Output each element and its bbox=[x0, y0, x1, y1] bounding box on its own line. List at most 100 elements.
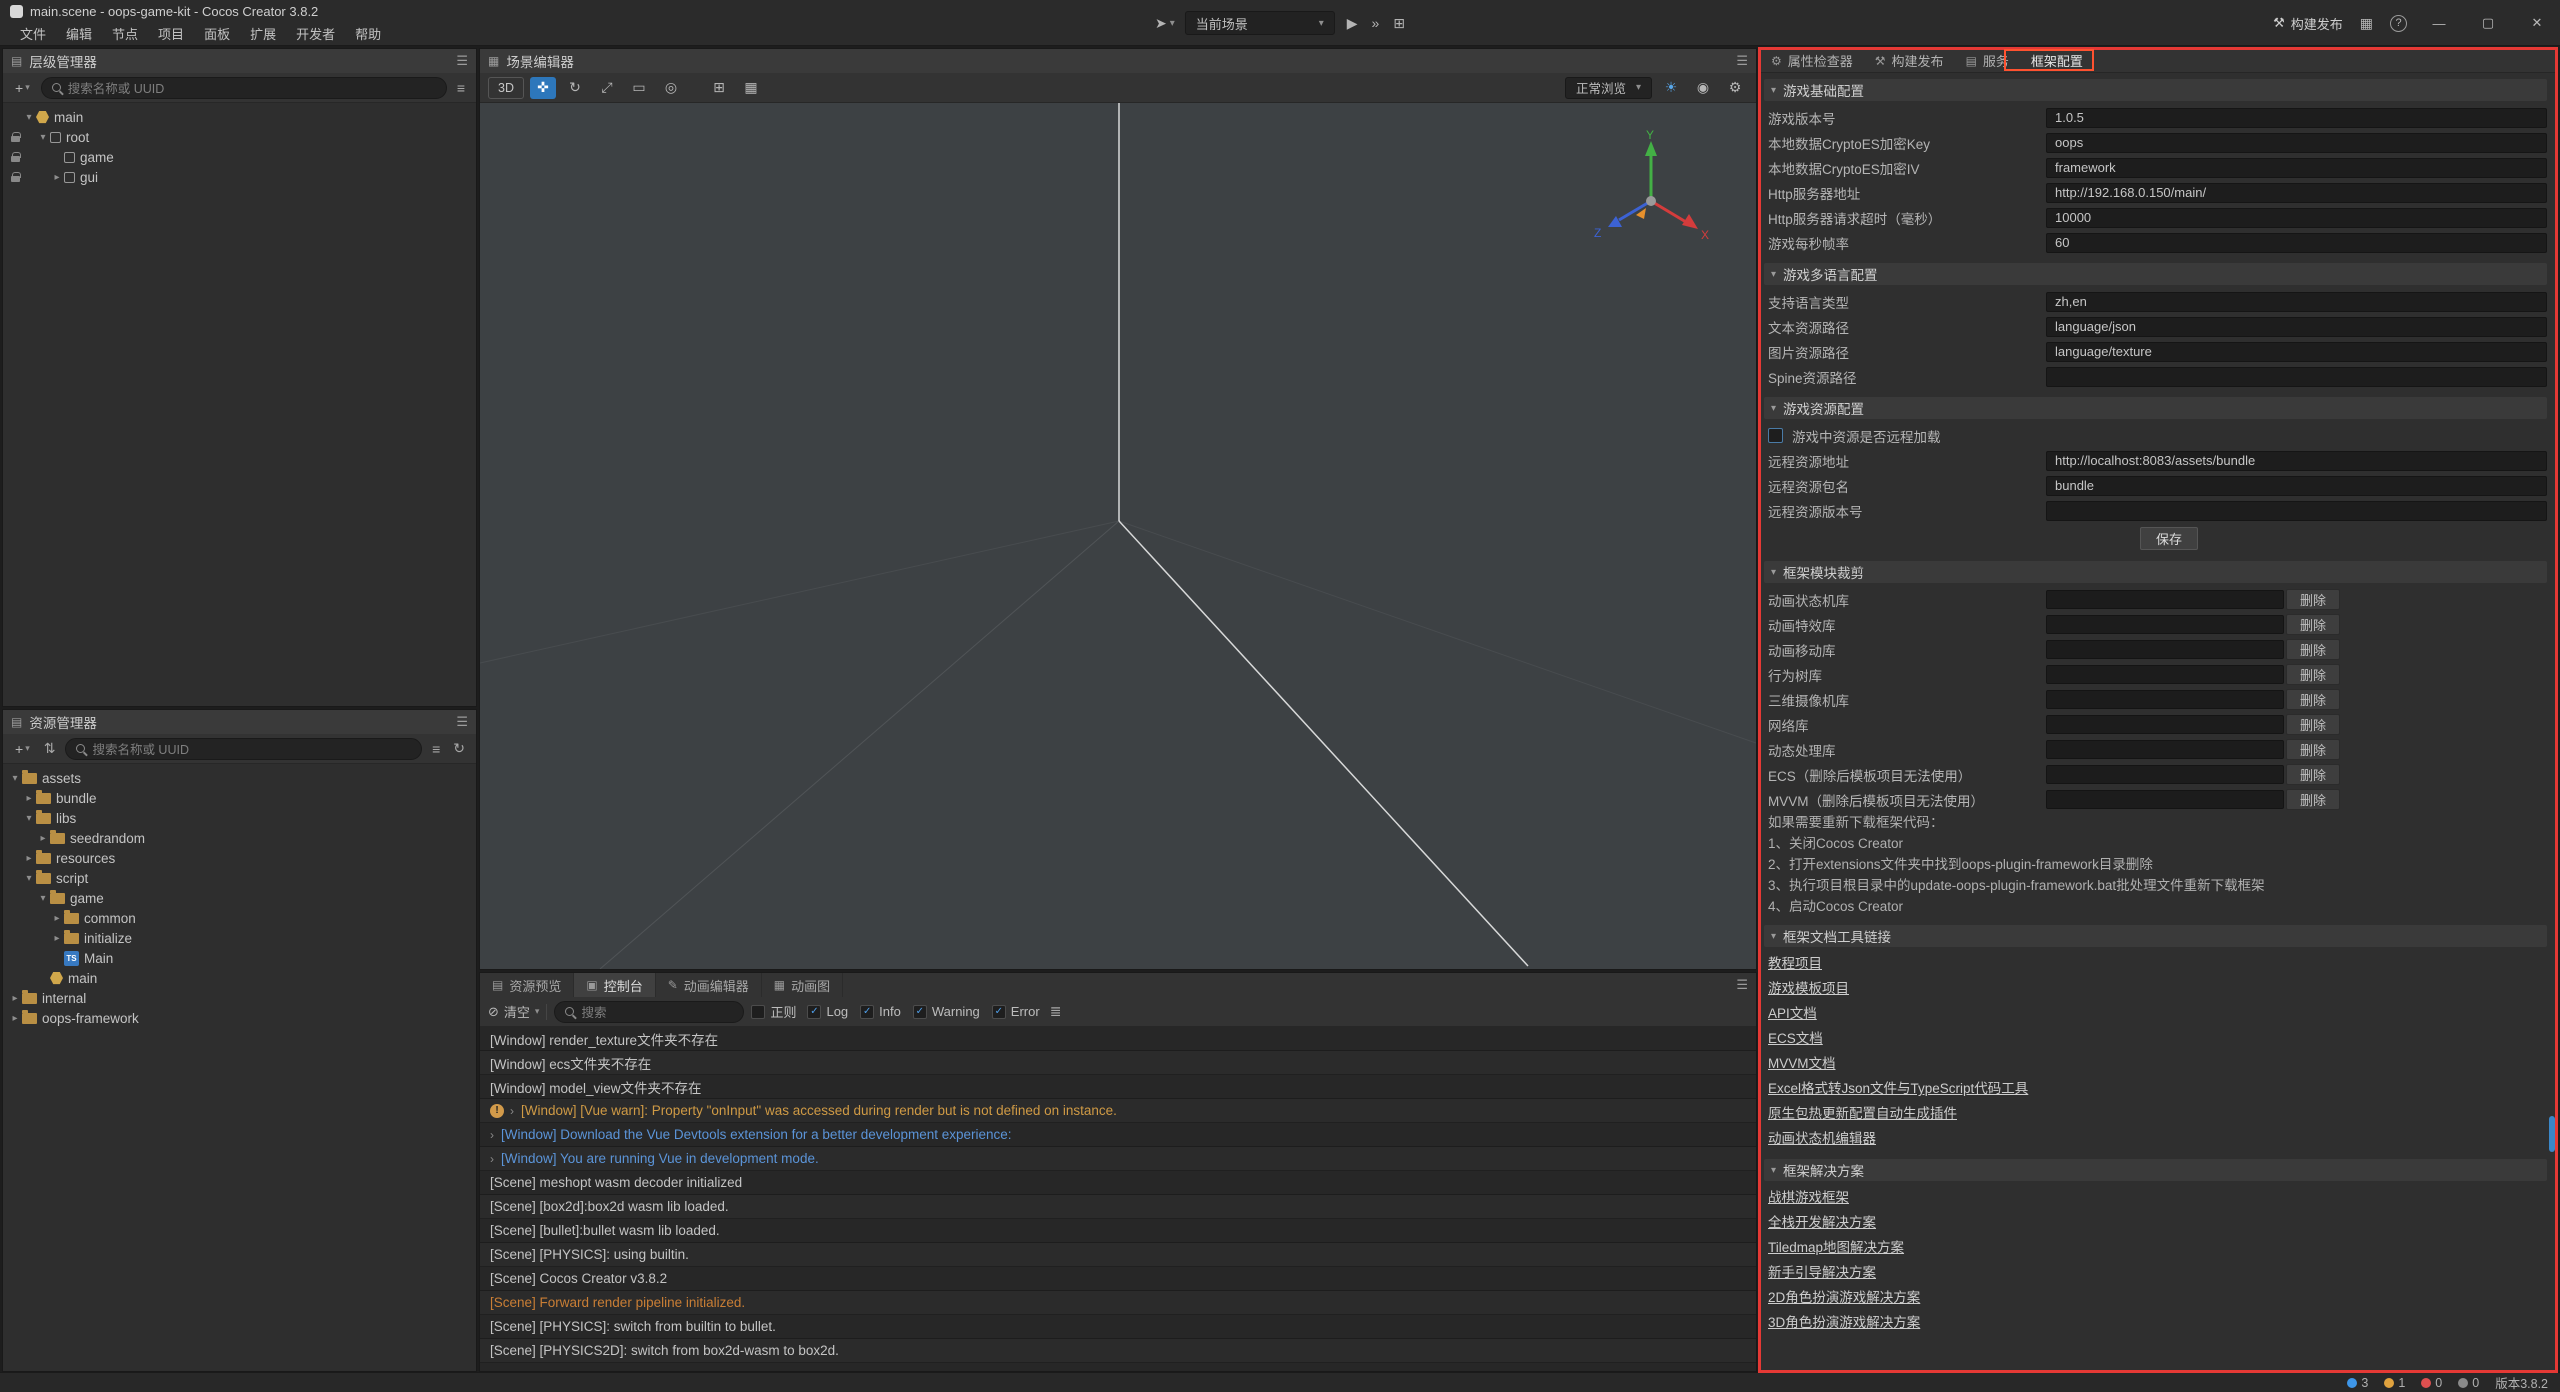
framework-link[interactable]: 2D角色扮演游戏解决方案 bbox=[1764, 1285, 1920, 1310]
property-input[interactable]: bundle bbox=[2046, 476, 2547, 496]
scrollbar-thumb[interactable] bbox=[2549, 1116, 2555, 1152]
framework-link[interactable]: ECS文档 bbox=[1764, 1026, 1823, 1051]
play-button[interactable]: ▶ bbox=[1345, 15, 1360, 32]
module-input[interactable] bbox=[2046, 690, 2284, 709]
framework-link[interactable]: Excel格式转Json文件与TypeScript代码工具 bbox=[1764, 1076, 2028, 1101]
property-input[interactable] bbox=[2046, 501, 2547, 521]
panel-menu-icon[interactable]: ☰ bbox=[456, 714, 468, 730]
console-log-row[interactable]: ›[Window] Download the Vue Devtools exte… bbox=[480, 1123, 1756, 1147]
notification-badge[interactable]: 0 bbox=[2458, 1376, 2479, 1390]
dimension-toggle[interactable]: 3D bbox=[488, 77, 524, 99]
framework-link[interactable]: 教程项目 bbox=[1764, 951, 1822, 976]
clear-console-button[interactable]: ⊘ 清空 ▾ bbox=[488, 1002, 539, 1021]
screenshot-icon[interactable]: ▦ bbox=[2358, 15, 2375, 32]
expand-arrow-icon[interactable]: ▾ bbox=[22, 873, 36, 884]
expand-arrow-icon[interactable]: ▸ bbox=[22, 793, 36, 804]
layout-button[interactable]: ⊞ bbox=[1391, 15, 1407, 32]
asset-node[interactable]: ▾assets bbox=[3, 768, 476, 788]
console-log-row[interactable]: [Window] render_texture文件夹不存在 bbox=[480, 1027, 1756, 1051]
menu-item[interactable]: 节点 bbox=[102, 22, 148, 45]
console-log-row[interactable]: [Scene] [PHYSICS2D]: switch from box2d-w… bbox=[480, 1339, 1756, 1363]
asset-node[interactable]: ▸common bbox=[3, 908, 476, 928]
hierarchy-node[interactable]: game bbox=[3, 147, 476, 167]
expand-arrow-icon[interactable]: ▸ bbox=[36, 833, 50, 844]
expand-arrow-icon[interactable]: ▾ bbox=[22, 112, 36, 123]
console-tab[interactable]: ▦动画图 bbox=[762, 973, 843, 997]
expand-arrow-icon[interactable]: ▸ bbox=[50, 933, 64, 944]
console-tab[interactable]: ▤资源预览 bbox=[480, 973, 574, 997]
scene-viewport[interactable]: Y X Z bbox=[480, 103, 1756, 969]
property-input[interactable]: 1.0.5 bbox=[2046, 108, 2547, 128]
create-node-button[interactable]: + ▾ bbox=[11, 80, 34, 96]
scene-light-toggle[interactable]: ☀ bbox=[1658, 77, 1684, 99]
delete-button[interactable]: 删除 bbox=[2286, 764, 2340, 785]
delete-button[interactable]: 删除 bbox=[2286, 689, 2340, 710]
menu-item[interactable]: 帮助 bbox=[345, 22, 391, 45]
module-input[interactable] bbox=[2046, 790, 2284, 809]
framework-link[interactable]: 全栈开发解决方案 bbox=[1764, 1210, 1876, 1235]
asset-node[interactable]: ▸initialize bbox=[3, 928, 476, 948]
property-input[interactable]: 10000 bbox=[2046, 208, 2547, 228]
log-filter[interactable]: ✓Warning bbox=[913, 1004, 980, 1019]
menu-item[interactable]: 面板 bbox=[194, 22, 240, 45]
menu-item[interactable]: 文件 bbox=[10, 22, 56, 45]
filter-checkbox[interactable]: ✓ bbox=[992, 1005, 1006, 1019]
help-icon[interactable]: ? bbox=[2390, 15, 2407, 32]
expand-chevron-icon[interactable]: › bbox=[490, 1152, 494, 1166]
delete-button[interactable]: 删除 bbox=[2286, 714, 2340, 735]
module-input[interactable] bbox=[2046, 590, 2284, 609]
scale-tool-button[interactable]: ⤢ bbox=[594, 77, 620, 99]
console-log-row[interactable]: [Scene] [PHYSICS]: using builtin. bbox=[480, 1243, 1756, 1267]
delete-button[interactable]: 删除 bbox=[2286, 739, 2340, 760]
section-header[interactable]: ▾游戏资源配置 bbox=[1764, 397, 2547, 419]
axis-gizmo[interactable]: Y X Z bbox=[1586, 129, 1716, 259]
scene-camera-button[interactable]: ◉ bbox=[1690, 77, 1716, 99]
property-input[interactable] bbox=[2046, 367, 2547, 387]
log-filter[interactable]: ✓Log bbox=[807, 1004, 848, 1019]
scene-settings-button[interactable]: ⚙ bbox=[1722, 77, 1748, 99]
hierarchy-node[interactable]: ▸gui bbox=[3, 167, 476, 187]
sort-icon[interactable]: ⇅ bbox=[41, 740, 59, 757]
delete-button[interactable]: 删除 bbox=[2286, 789, 2340, 810]
console-log-row[interactable]: ›[Window] You are running Vue in develop… bbox=[480, 1147, 1756, 1171]
filter-checkbox[interactable]: ✓ bbox=[807, 1005, 821, 1019]
log-filter[interactable]: ✓Error bbox=[992, 1004, 1040, 1019]
rect-tool-button[interactable]: ▭ bbox=[626, 77, 652, 99]
menu-item[interactable]: 开发者 bbox=[286, 22, 345, 45]
module-input[interactable] bbox=[2046, 765, 2284, 784]
framework-link[interactable]: MVVM文档 bbox=[1764, 1051, 1836, 1076]
regex-checkbox[interactable] bbox=[751, 1005, 765, 1019]
menu-item[interactable]: 项目 bbox=[148, 22, 194, 45]
close-button[interactable]: ✕ bbox=[2520, 15, 2554, 31]
expand-arrow-icon[interactable]: ▸ bbox=[8, 993, 22, 1004]
expand-arrow-icon[interactable]: ▾ bbox=[36, 132, 50, 143]
framework-link[interactable]: Tiledmap地图解决方案 bbox=[1764, 1235, 1904, 1260]
framework-link[interactable]: 3D角色扮演游戏解决方案 bbox=[1764, 1310, 1920, 1335]
scene-selector[interactable]: 当前场景 ▾ bbox=[1185, 11, 1335, 35]
inspector-tab[interactable]: 框架配置 bbox=[2020, 49, 2094, 72]
expand-arrow-icon[interactable]: ▸ bbox=[8, 1013, 22, 1024]
console-log-row[interactable]: [Scene] [PHYSICS]: switch from builtin t… bbox=[480, 1315, 1756, 1339]
asset-node[interactable]: ▸seedrandom bbox=[3, 828, 476, 848]
expand-chevron-icon[interactable]: › bbox=[490, 1128, 494, 1142]
expand-arrow-icon[interactable]: ▾ bbox=[8, 773, 22, 784]
inspector-tab[interactable]: ⚒构建发布 bbox=[1864, 49, 1955, 72]
framework-link[interactable]: 战棋游戏框架 bbox=[1764, 1185, 1849, 1210]
console-tab[interactable]: ✎动画编辑器 bbox=[656, 973, 762, 997]
property-input[interactable]: http://192.168.0.150/main/ bbox=[2046, 183, 2547, 203]
section-header[interactable]: ▾框架文档工具链接 bbox=[1764, 925, 2547, 947]
expand-arrow-icon[interactable]: ▾ bbox=[22, 813, 36, 824]
hierarchy-search-input[interactable]: 搜索名称或 UUID bbox=[41, 77, 447, 99]
remote-load-checkbox[interactable] bbox=[1768, 428, 1783, 443]
module-input[interactable] bbox=[2046, 615, 2284, 634]
refresh-icon[interactable]: ↻ bbox=[450, 740, 468, 757]
delete-button[interactable]: 删除 bbox=[2286, 639, 2340, 660]
filter-icon[interactable]: ≡ bbox=[454, 80, 468, 96]
create-asset-button[interactable]: + ▾ bbox=[11, 741, 34, 757]
minimize-button[interactable]: — bbox=[2422, 16, 2456, 31]
preview-caret-icon[interactable]: ▾ bbox=[1170, 18, 1175, 29]
module-input[interactable] bbox=[2046, 640, 2284, 659]
console-log-row[interactable]: [Scene] meshopt wasm decoder initialized bbox=[480, 1171, 1756, 1195]
expand-chevron-icon[interactable]: › bbox=[510, 1104, 514, 1118]
framework-link[interactable]: 游戏模板项目 bbox=[1764, 976, 1849, 1001]
